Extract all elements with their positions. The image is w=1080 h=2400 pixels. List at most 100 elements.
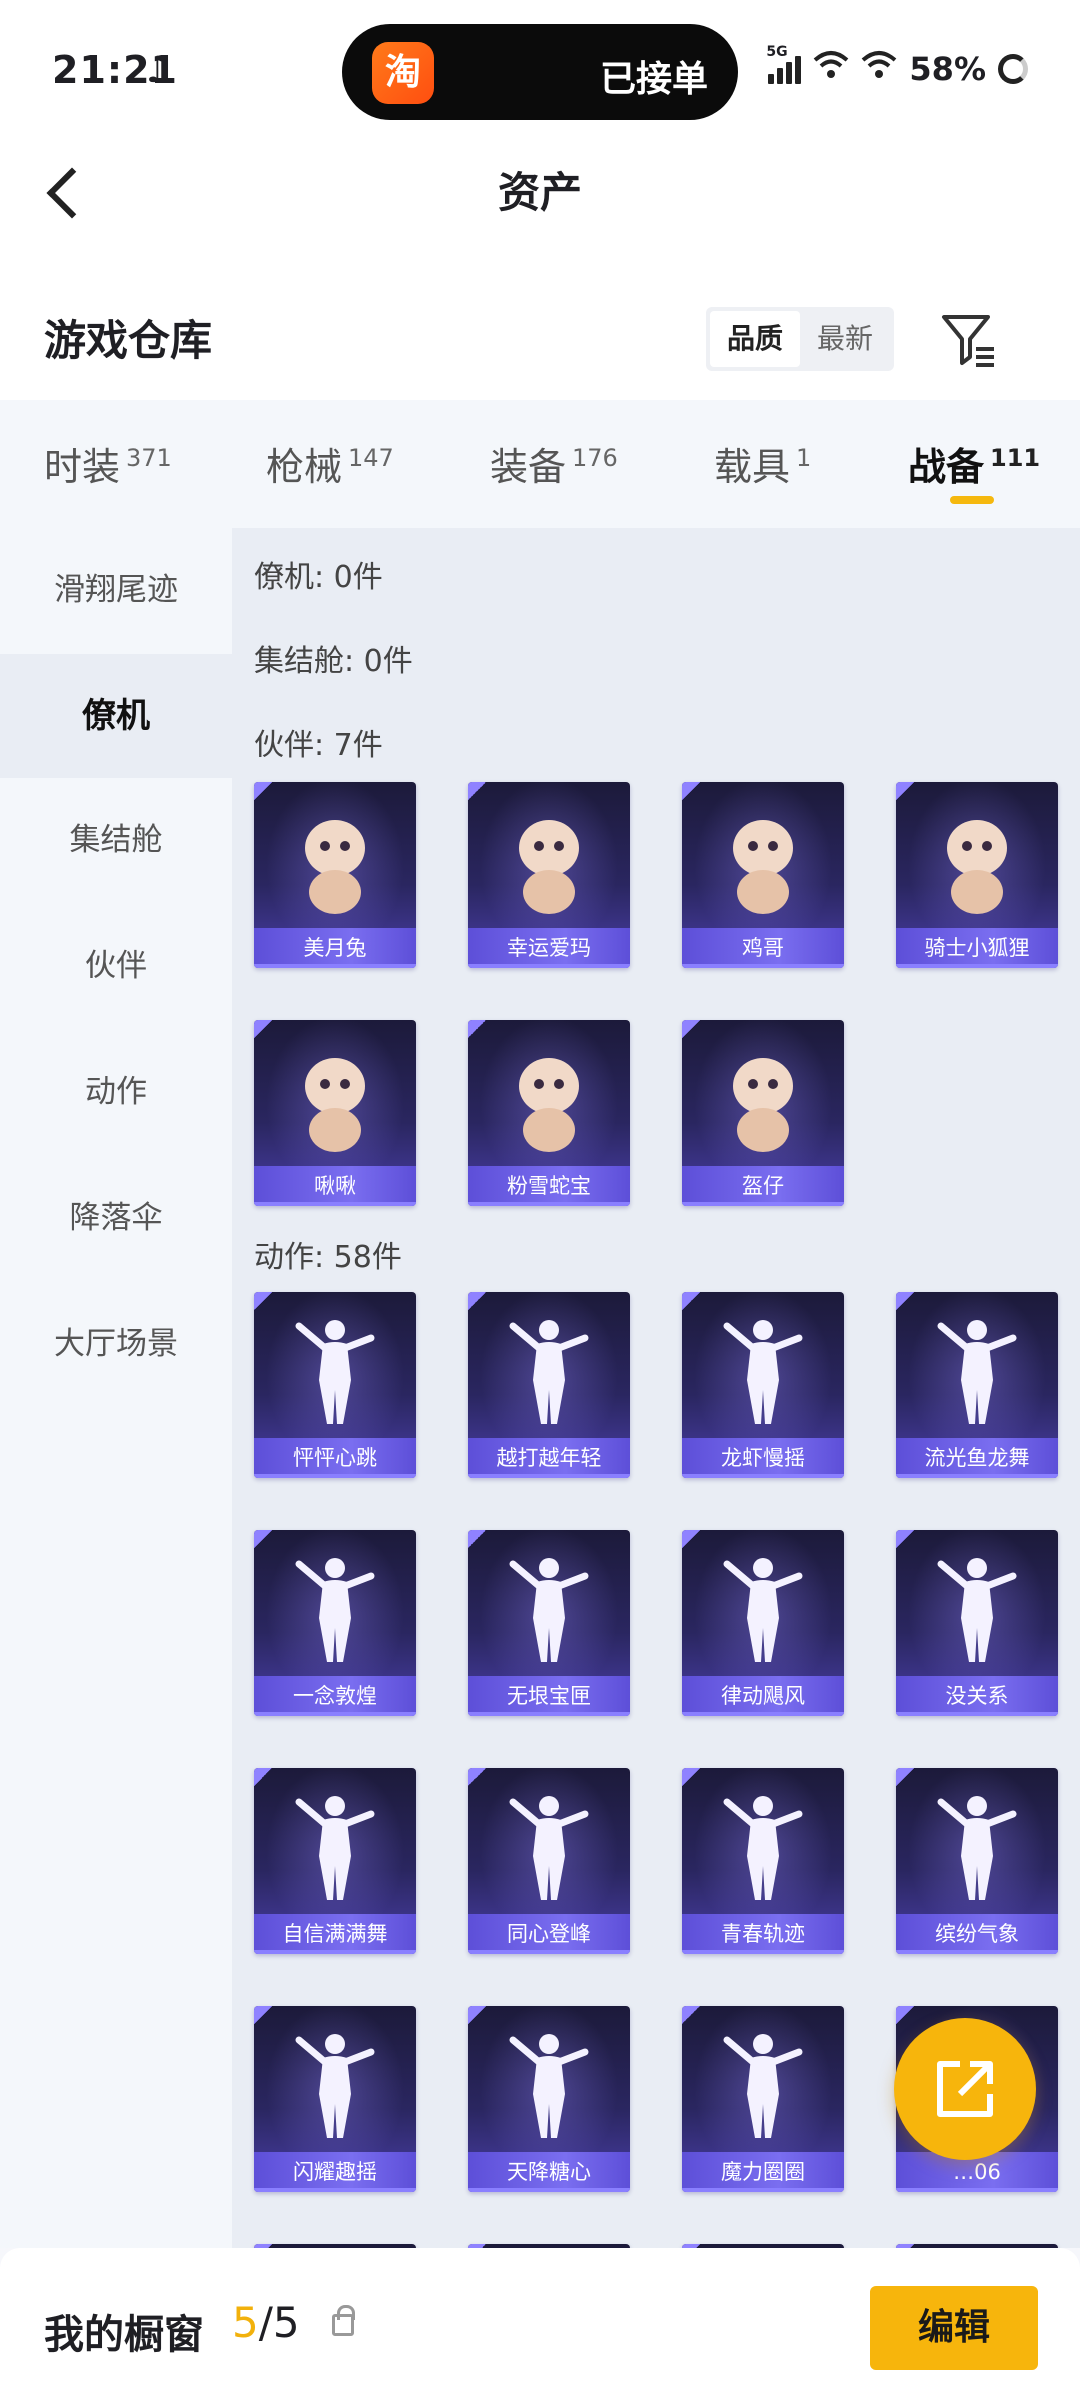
share-icon [937,2061,993,2117]
companion-card[interactable]: 幸运爱玛 [468,782,630,968]
card-name: 鸡哥 [682,928,844,968]
emote-card[interactable]: 魔力圈圈 [682,2006,844,2192]
card-name: 同心登峰 [468,1914,630,1954]
emote-card[interactable]: 同心登峰 [468,1768,630,1954]
battery-text: 58% [909,50,986,88]
dynamic-island[interactable]: 淘 已接单 [342,24,738,120]
emote-card[interactable]: 流光鱼龙舞 [896,1292,1058,1478]
card-name: 啾啾 [254,1166,416,1206]
companion-figure-icon [519,820,579,914]
card-name: 骑士小狐狸 [896,928,1058,968]
bottom-bar: 我的橱窗 5/5 编辑 [0,2248,1080,2400]
emote-card[interactable]: 青春轨迹 [682,1768,844,1954]
card-name: 流光鱼龙舞 [896,1438,1058,1478]
card-name: 天降糖心 [468,2152,630,2192]
sidebar-item-emote[interactable]: 动作 [0,1030,232,1154]
warehouse-title: 游戏仓库 [44,316,213,365]
emote-card[interactable]: 缤纷气象 [896,1768,1058,1954]
sidebar-item-lobby-scene[interactable]: 大厅场景 [0,1282,232,1406]
emote-card[interactable]: 天降糖心 [468,2006,630,2192]
warehouse-bar: 游戏仓库 品质 最新 [0,255,1080,400]
emote-figure-icon [723,2034,803,2138]
section-label-assembly: 集结舱: 0件 [254,644,413,679]
companion-figure-icon [733,820,793,914]
sidebar-item-assembly-pod[interactable]: 集结舱 [0,778,232,902]
card-name: 魔力圈圈 [682,2152,844,2192]
companion-figure-icon [305,1058,365,1152]
card-name: 美月兔 [254,928,416,968]
emote-figure-icon [295,1796,375,1900]
tab-tactical[interactable]: 战备 111 [908,436,1040,491]
tab-fashion[interactable]: 时装 371 [44,436,172,491]
emote-figure-icon [937,1558,1017,1662]
emote-figure-icon [509,1558,589,1662]
category-tabs: 时装 371 枪械 147 装备 176 载具 1 战备 111 [0,400,1080,528]
tiktok-icon: ♪ [146,50,169,91]
emote-figure-icon [937,1796,1017,1900]
card-name: 越打越年轻 [468,1438,630,1478]
taobao-icon: 淘 [372,42,434,104]
card-name: 没关系 [896,1676,1058,1716]
card-name: 闪耀趣摇 [254,2152,416,2192]
page-title: 资产 [497,168,582,217]
tab-guns[interactable]: 枪械 147 [266,436,394,491]
card-name: 律动飓风 [682,1676,844,1716]
card-name: 缤纷气象 [896,1914,1058,1954]
emote-card[interactable]: 自信满满舞 [254,1768,416,1954]
sort-newest[interactable]: 最新 [800,311,890,367]
lock-icon [332,2305,355,2336]
wifi-icon-2 [861,50,897,88]
emote-figure-icon [295,2034,375,2138]
companion-card[interactable]: 美月兔 [254,782,416,968]
sidebar-item-wingman[interactable]: 僚机 [0,654,232,778]
companion-card[interactable]: 盔仔 [682,1020,844,1206]
emote-card[interactable]: 越打越年轻 [468,1292,630,1478]
companion-card[interactable]: 鸡哥 [682,782,844,968]
section-label-companion: 伙伴: 7件 [254,728,383,763]
card-name: 盔仔 [682,1166,844,1206]
sidebar-item-glide-trail[interactable]: 滑翔尾迹 [0,528,232,652]
edit-button[interactable]: 编辑 [870,2286,1038,2370]
sidebar-item-companion[interactable]: 伙伴 [0,904,232,1028]
wifi-icon [813,50,849,88]
emote-card[interactable]: 无垠宝匣 [468,1530,630,1716]
tab-equipment[interactable]: 装备 176 [490,436,618,491]
share-button[interactable] [894,2018,1036,2160]
card-name: 一念敦煌 [254,1676,416,1716]
card-name: 粉雪蛇宝 [468,1166,630,1206]
signal-icon: 5G [766,44,802,84]
emote-card[interactable]: 律动飓风 [682,1530,844,1716]
sort-toggle: 品质 最新 [706,307,894,371]
emote-card[interactable]: 没关系 [896,1530,1058,1716]
status-icons: 5G 58% [766,44,1028,88]
emote-figure-icon [295,1320,375,1424]
island-text: 已接单 [599,59,708,100]
companion-card[interactable]: 啾啾 [254,1020,416,1206]
emote-figure-icon [509,1796,589,1900]
card-name: 无垠宝匣 [468,1676,630,1716]
section-label-wingman: 僚机: 0件 [254,560,383,595]
companion-card[interactable]: 骑士小狐狸 [896,782,1058,968]
companion-figure-icon [947,820,1007,914]
active-tab-underline [950,496,994,504]
emote-figure-icon [723,1320,803,1424]
sidebar-item-parachute[interactable]: 降落伞 [0,1156,232,1280]
emote-figure-icon [295,1558,375,1662]
section-label-emote: 动作: 58件 [254,1240,402,1275]
emote-card[interactable]: 怦怦心跳 [254,1292,416,1478]
emote-figure-icon [723,1558,803,1662]
sort-quality[interactable]: 品质 [710,311,800,367]
emote-figure-icon [937,1320,1017,1424]
emote-card[interactable]: 闪耀趣摇 [254,2006,416,2192]
showcase-count: 5/5 [232,2298,300,2347]
filter-icon[interactable] [940,313,996,367]
tab-vehicles[interactable]: 载具 1 [714,436,811,491]
card-name: 幸运爱玛 [468,928,630,968]
companion-card[interactable]: 粉雪蛇宝 [468,1020,630,1206]
card-name: 自信满满舞 [254,1914,416,1954]
battery-icon [998,54,1028,84]
companion-figure-icon [733,1058,793,1152]
emote-card[interactable]: 一念敦煌 [254,1530,416,1716]
sidebar: 滑翔尾迹 僚机 集结舱 伙伴 动作 降落伞 大厅场景 [0,528,232,2248]
emote-card[interactable]: 龙虾慢摇 [682,1292,844,1478]
